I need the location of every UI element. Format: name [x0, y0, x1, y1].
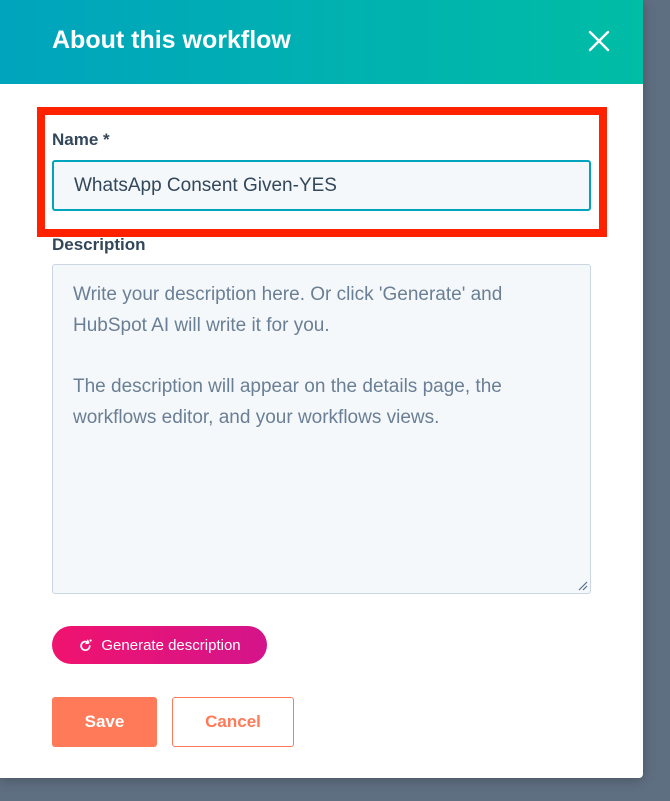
name-label: Name *: [52, 130, 110, 149]
ai-refresh-icon: [80, 638, 93, 651]
description-placeholder-line: Write your description here. Or click 'G…: [73, 284, 503, 305]
description-placeholder-line: [73, 341, 570, 371]
description-textarea[interactable]: Write your description here. Or click 'G…: [52, 264, 591, 594]
description-placeholder-line: HubSpot AI will write it for you.: [73, 315, 330, 336]
save-button[interactable]: Save: [52, 697, 157, 747]
resize-handle-icon[interactable]: [576, 579, 588, 591]
close-button[interactable]: [585, 27, 613, 55]
cancel-button[interactable]: Cancel: [172, 697, 294, 747]
workflow-modal: About this workflow Name * WhatsApp Cons…: [0, 0, 643, 778]
generate-description-label: Generate description: [101, 636, 241, 654]
modal-title: About this workflow: [52, 26, 291, 54]
modal-header: About this workflow: [0, 0, 643, 84]
description-label: Description: [52, 235, 146, 254]
description-placeholder-line: workflows editor, and your workflows vie…: [73, 407, 440, 428]
description-placeholder-line: The description will appear on the detai…: [73, 376, 502, 397]
name-input[interactable]: WhatsApp Consent Given-YES: [52, 160, 591, 211]
close-icon: [588, 30, 610, 52]
generate-description-button[interactable]: Generate description: [52, 626, 267, 664]
